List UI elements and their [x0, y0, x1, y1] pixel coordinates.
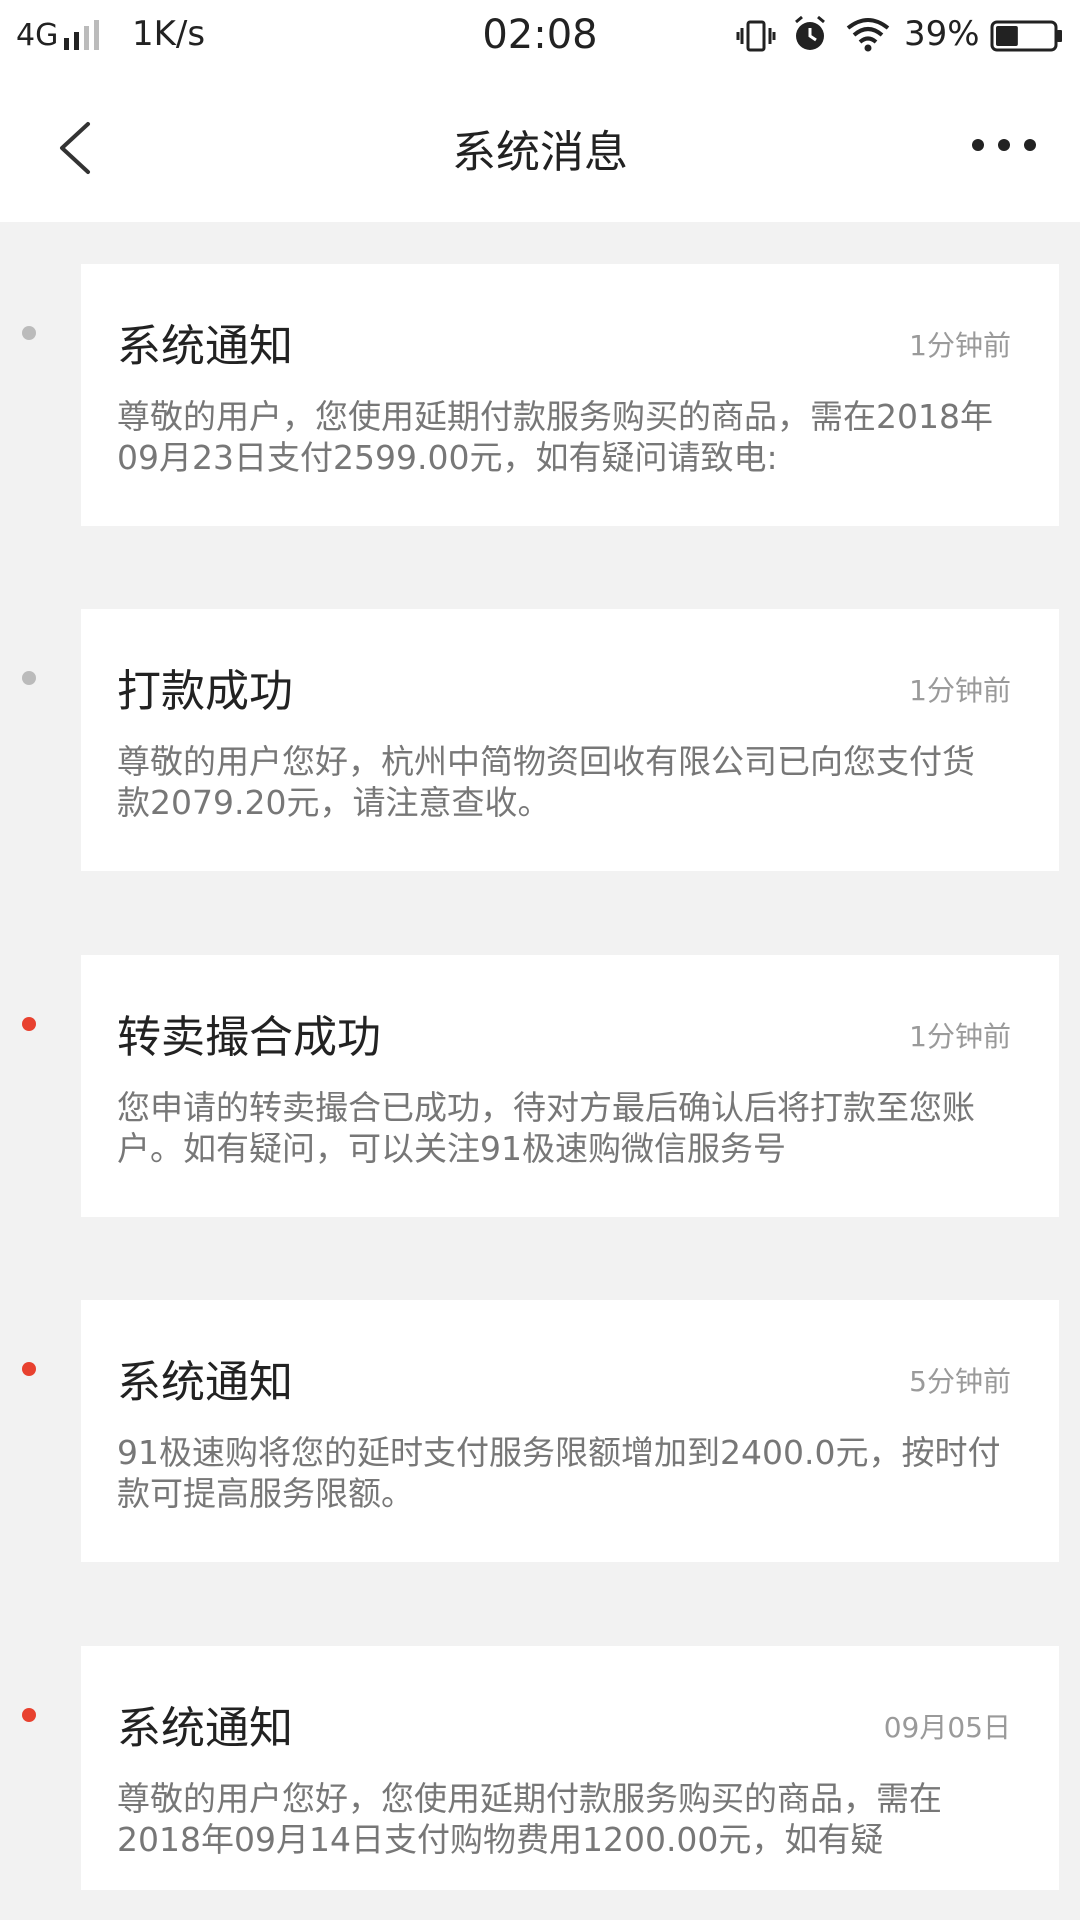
message-item: 打款成功 1分钟前 尊敬的用户您好，杭州中简物资回收有限公司已向您支付货款207…: [0, 609, 1080, 871]
message-title: 转卖撮合成功: [117, 1012, 381, 1063]
message-title: 系统通知: [117, 321, 293, 372]
message-item: 系统通知 5分钟前 91极速购将您的延时支付服务限额增加到2400.0元，按时付…: [0, 1300, 1080, 1562]
message-card[interactable]: 系统通知 09月05日 尊敬的用户您好，您使用延期付款服务购买的商品，需在201…: [81, 1646, 1059, 1890]
status-bar: 4G 1K/s 02:08 39%: [0, 0, 1080, 72]
message-title: 打款成功: [117, 666, 293, 717]
read-indicator-dot: [22, 326, 36, 340]
message-time: 09月05日: [883, 1711, 1011, 1744]
page-title: 系统消息: [452, 127, 628, 178]
message-time: 1分钟前: [909, 329, 1011, 362]
vibrate-icon: [736, 16, 776, 60]
message-time: 5分钟前: [909, 1365, 1011, 1398]
read-indicator-dot: [22, 671, 36, 685]
unread-indicator-dot: [22, 1017, 36, 1031]
message-item: 转卖撮合成功 1分钟前 您申请的转卖撮合已成功，待对方最后确认后将打款至您账户。…: [0, 955, 1080, 1217]
alarm-icon: [790, 14, 830, 58]
message-card[interactable]: 转卖撮合成功 1分钟前 您申请的转卖撮合已成功，待对方最后确认后将打款至您账户。…: [81, 955, 1059, 1217]
more-dots-icon: [972, 139, 1036, 151]
message-body: 91极速购将您的延时支付服务限额增加到2400.0元，按时付款可提高服务限额。: [117, 1433, 1001, 1513]
message-body: 尊敬的用户您好，杭州中简物资回收有限公司已向您支付货款2079.20元，请注意查…: [117, 742, 975, 822]
more-button[interactable]: [960, 120, 1060, 170]
wifi-icon: [846, 16, 890, 56]
message-title: 系统通知: [117, 1357, 293, 1408]
unread-indicator-dot: [22, 1362, 36, 1376]
nav-bar: 系统消息: [0, 72, 1080, 222]
message-body: 尊敬的用户，您使用延期付款服务购买的商品，需在2018年09月23日支付2599…: [117, 397, 993, 477]
message-time: 1分钟前: [909, 1020, 1011, 1053]
message-card[interactable]: 系统通知 5分钟前 91极速购将您的延时支付服务限额增加到2400.0元，按时付…: [81, 1300, 1059, 1562]
message-item: 系统通知 1分钟前 尊敬的用户，您使用延期付款服务购买的商品，需在2018年09…: [0, 264, 1080, 526]
message-item: 系统通知 09月05日 尊敬的用户您好，您使用延期付款服务购买的商品，需在201…: [0, 1646, 1080, 1890]
message-title: 系统通知: [117, 1703, 293, 1754]
battery-icon: [990, 20, 1064, 56]
message-body: 您申请的转卖撮合已成功，待对方最后确认后将打款至您账户。如有疑问，可以关注91极…: [117, 1088, 975, 1168]
message-card[interactable]: 打款成功 1分钟前 尊敬的用户您好，杭州中简物资回收有限公司已向您支付货款207…: [81, 609, 1059, 871]
battery-percent: 39%: [904, 14, 980, 54]
unread-indicator-dot: [22, 1708, 36, 1722]
message-card[interactable]: 系统通知 1分钟前 尊敬的用户，您使用延期付款服务购买的商品，需在2018年09…: [81, 264, 1059, 526]
message-time: 1分钟前: [909, 674, 1011, 707]
message-body: 尊敬的用户您好，您使用延期付款服务购买的商品，需在2018年09月14日支付购物…: [117, 1779, 942, 1859]
